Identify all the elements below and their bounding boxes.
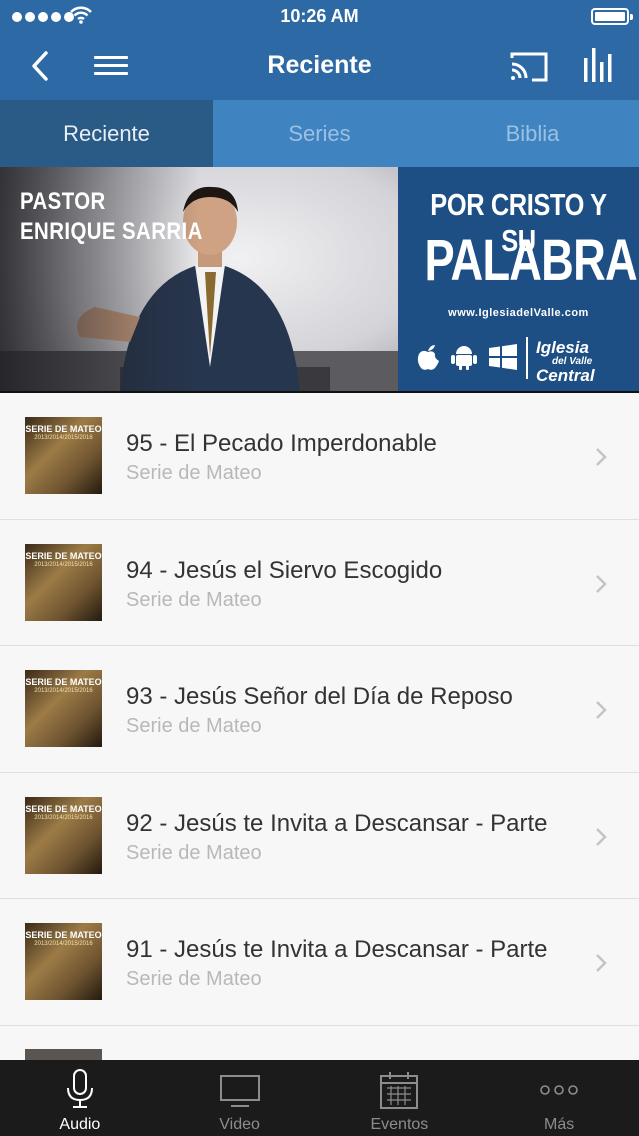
sermon-series: Serie de Mateo (126, 588, 262, 611)
banner-url: www.IglesiadelValle.com (448, 307, 589, 319)
stats-button[interactable] (578, 44, 618, 86)
thumb-title: SERIE DE MATEO (25, 677, 102, 687)
pastor-photo: PASTOR ENRIQUE SARRIA (0, 167, 398, 391)
thumb-title: SERIE DE MATEO (25, 424, 102, 434)
thumb-years: 2013/2014/2015/2016 (34, 814, 93, 821)
tab-mas-label: Más (544, 1116, 575, 1133)
android-icon (451, 346, 477, 370)
chevron-right-icon (596, 574, 607, 593)
sermon-thumbnail-partial (25, 1049, 102, 1060)
pastor-line2: ENRIQUE SARRIA (20, 218, 203, 245)
pastor-name: PASTOR ENRIQUE SARRIA (20, 187, 203, 247)
banner-branding: POR CRISTO Y SU PALABRA www.IglesiadelVa… (398, 167, 639, 391)
tab-eventos-label: Eventos (370, 1116, 429, 1133)
list-item[interactable]: SERIE DE MATEO 2013/2014/2015/2016 94 - … (0, 520, 639, 646)
tab-audio-label: Audio (59, 1116, 101, 1133)
tab-eventos[interactable]: Eventos (320, 1060, 480, 1136)
sermon-series: Serie de Mateo (126, 715, 262, 737)
chevron-right-icon (596, 954, 607, 972)
list-item[interactable]: SERIE DE MATEO 2013/2014/2015/2016 93 - … (0, 646, 639, 773)
tab-reciente[interactable]: Reciente (0, 100, 213, 167)
segmented-tabs: Reciente Series Biblia (0, 100, 639, 167)
tab-video-label: Video (219, 1116, 260, 1133)
calendar-icon (380, 1072, 419, 1109)
more-dots-icon (540, 1085, 578, 1095)
thumb-title: SERIE DE MATEO (25, 930, 102, 940)
tab-audio[interactable]: Audio (0, 1060, 160, 1136)
sermon-title: 92 - Jesús te Invita a Descansar - Parte (126, 809, 548, 837)
sermon-thumbnail: SERIE DE MATEO 2013/2014/2015/2016 (25, 923, 102, 1000)
sermon-thumbnail: SERIE DE MATEO 2013/2014/2015/2016 (25, 417, 102, 494)
tab-biblia[interactable]: Biblia (426, 100, 639, 167)
sermon-title: 94 - Jesús el Siervo Escogido (126, 556, 443, 584)
platform-icons (416, 343, 518, 371)
status-bar: 10:26 AM (0, 0, 639, 34)
sermon-list: SERIE DE MATEO 2013/2014/2015/2016 95 - … (0, 393, 639, 1060)
chevron-right-icon (596, 448, 607, 466)
list-item[interactable]: SERIE DE MATEO 2013/2014/2015/2016 95 - … (0, 393, 639, 520)
microphone-icon (66, 1069, 93, 1108)
sermon-thumbnail: SERIE DE MATEO 2013/2014/2015/2016 (25, 796, 102, 874)
battery-icon (591, 8, 633, 25)
header: 10:26 AM Reciente (0, 0, 639, 100)
thumb-years: 2013/2014/2015/2016 (34, 561, 93, 568)
windows-icon (489, 344, 517, 370)
thumb-years: 2013/2014/2015/2016 (34, 688, 93, 694)
tab-mas[interactable]: Más (479, 1060, 639, 1136)
thumb-title: SERIE DE MATEO (25, 803, 102, 814)
list-item[interactable]: SERIE DE MATEO 2013/2014/2015/2016 91 - … (0, 899, 639, 1026)
banner-divider (526, 337, 528, 379)
promo-banner[interactable]: PASTOR ENRIQUE SARRIA POR CRISTO Y SU PA… (0, 167, 639, 393)
cast-button[interactable] (508, 46, 550, 86)
status-time: 10:26 AM (280, 6, 359, 26)
tab-series[interactable]: Series (213, 100, 426, 167)
thumb-years: 2013/2014/2015/2016 (34, 941, 93, 947)
bottom-tab-bar: Audio Video Eventos Más (0, 1060, 639, 1136)
sermon-title: 93 - Jesús Señor del Día de Reposo (126, 683, 513, 710)
logo-line1: Iglesia (536, 338, 589, 357)
monitor-icon (219, 1075, 260, 1107)
tab-video[interactable]: Video (160, 1060, 320, 1136)
sermon-title: 91 - Jesús te Invita a Descansar - Parte (126, 936, 548, 963)
thumb-years: 2013/2014/2015/2016 (34, 435, 93, 441)
sermon-title: 95 - El Pecado Imperdonable (126, 430, 437, 457)
banner-title-line2: PALABRA (424, 228, 638, 293)
apple-icon (417, 345, 439, 370)
chevron-right-icon (596, 827, 607, 846)
sermon-series: Serie de Mateo (126, 462, 262, 484)
sermon-thumbnail: SERIE DE MATEO 2013/2014/2015/2016 (25, 670, 102, 747)
church-logo: Iglesia del Valle Central (536, 339, 595, 385)
chevron-right-icon (596, 701, 607, 719)
sermon-series: Serie de Mateo (126, 841, 262, 864)
list-item[interactable]: SERIE DE MATEO 2013/2014/2015/2016 92 - … (0, 773, 639, 899)
thumb-title: SERIE DE MATEO (25, 550, 102, 561)
pastor-line1: PASTOR (20, 188, 106, 215)
sermon-series: Serie de Mateo (126, 968, 262, 990)
sermon-thumbnail: SERIE DE MATEO 2013/2014/2015/2016 (25, 543, 102, 621)
logo-line3: Central (536, 366, 595, 385)
nav-bar: Reciente (0, 34, 639, 100)
